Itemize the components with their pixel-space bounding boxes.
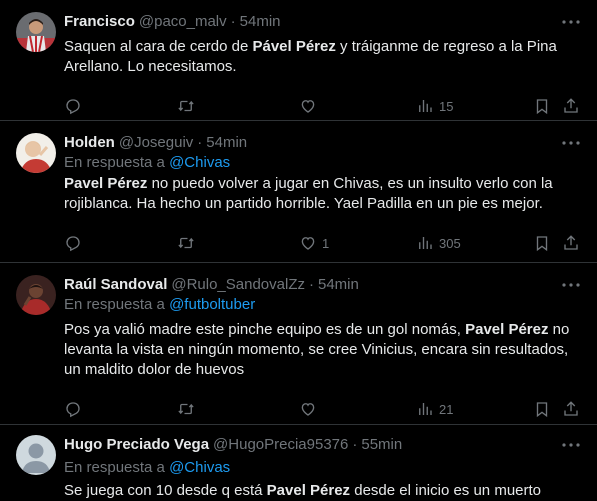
tweet-header: Raúl Sandoval @Rulo_SandovalZz · 54min xyxy=(64,275,581,295)
views-button[interactable]: 305 xyxy=(416,234,461,252)
tweet-text-part: Saquen al cara de cerdo de xyxy=(64,38,253,55)
like-button[interactable]: 1 xyxy=(299,234,329,252)
views-icon xyxy=(419,100,432,112)
view-count: 305 xyxy=(439,235,461,251)
tweet-header: Holden @Joseguiv · 54min xyxy=(64,133,581,153)
reply-icon xyxy=(66,99,80,115)
share-button[interactable] xyxy=(562,400,580,418)
display-name[interactable]: Raúl Sandoval xyxy=(64,275,167,295)
tweet[interactable]: Holden @Joseguiv · 54min En respuesta a … xyxy=(0,121,597,263)
reply-icon xyxy=(66,236,80,252)
display-name[interactable]: Hugo Preciado Vega xyxy=(64,435,209,455)
tweet-text-bold: Pavel Pérez xyxy=(266,482,351,499)
timestamp[interactable]: 54min xyxy=(206,133,247,153)
reply-button[interactable] xyxy=(64,234,87,252)
reply-mention-link[interactable]: @Chivas xyxy=(169,459,230,476)
tweet-text-bold: Pavel Pérez xyxy=(64,175,148,192)
retweet-icon xyxy=(178,100,194,112)
retweet-icon xyxy=(178,237,194,249)
retweet-button[interactable] xyxy=(177,234,200,252)
more-options-icon[interactable] xyxy=(561,14,581,30)
more-options-icon[interactable] xyxy=(561,277,581,293)
bookmark-button[interactable] xyxy=(533,97,551,115)
avatar[interactable] xyxy=(16,275,56,315)
tweet[interactable]: Hugo Preciado Vega @HugoPrecia95376 · 55… xyxy=(0,425,597,501)
reply-prefix: En respuesta a xyxy=(64,459,170,476)
retweet-icon xyxy=(178,403,194,415)
bookmark-icon xyxy=(536,236,548,252)
retweet-button[interactable] xyxy=(177,97,200,115)
tweet-text: Se juega con 10 desde q está Pavel Pérez… xyxy=(64,481,581,501)
tweet-text: Pos ya valió madre este pinche equipo es… xyxy=(64,320,581,380)
tweet-header: Hugo Preciado Vega @HugoPrecia95376 · 55… xyxy=(64,435,581,455)
display-name[interactable]: Holden xyxy=(64,133,115,153)
username-handle[interactable]: @Joseguiv xyxy=(119,133,193,153)
avatar[interactable] xyxy=(16,435,56,475)
more-options-icon[interactable] xyxy=(561,437,581,453)
timestamp[interactable]: 54min xyxy=(240,12,281,32)
timestamp[interactable]: 54min xyxy=(318,275,359,295)
username-handle[interactable]: @Rulo_SandovalZz xyxy=(171,275,305,295)
username-handle[interactable]: @HugoPrecia95376 xyxy=(213,435,348,455)
reply-button[interactable] xyxy=(64,97,87,115)
tweet-actions: 15 xyxy=(64,89,581,123)
tweet[interactable]: Francisco @paco_malv · 54min Saquen al c… xyxy=(0,0,597,121)
reply-context: En respuesta a @Chivas xyxy=(64,458,581,478)
tweet[interactable]: Raúl Sandoval @Rulo_SandovalZz · 54min E… xyxy=(0,263,597,425)
separator-dot: · xyxy=(230,13,236,30)
tweet-text: Pavel Pérez no puedo volver a jugar en C… xyxy=(64,174,581,214)
tweet-actions: 1 305 xyxy=(64,226,581,260)
like-button[interactable] xyxy=(299,400,322,418)
reply-prefix: En respuesta a xyxy=(64,154,170,171)
reply-icon xyxy=(66,402,80,418)
timestamp[interactable]: 55min xyxy=(361,435,402,455)
share-icon xyxy=(564,401,578,416)
display-name[interactable]: Francisco xyxy=(64,12,135,32)
like-count: 1 xyxy=(322,235,330,251)
views-icon xyxy=(419,237,432,249)
avatar[interactable] xyxy=(16,133,56,173)
heart-icon xyxy=(301,403,315,416)
username-handle[interactable]: @paco_malv xyxy=(139,12,227,32)
reply-mention-link[interactable]: @futboltuber xyxy=(169,296,255,313)
share-button[interactable] xyxy=(562,97,580,115)
view-count: 21 xyxy=(439,401,454,417)
heart-icon xyxy=(301,237,315,250)
share-icon xyxy=(564,98,578,113)
separator-dot: · xyxy=(197,134,203,151)
share-icon xyxy=(564,235,578,250)
bookmark-icon xyxy=(536,99,548,115)
reply-mention-link[interactable]: @Chivas xyxy=(169,154,230,171)
tweet-feed: Francisco @paco_malv · 54min Saquen al c… xyxy=(0,0,597,501)
like-button[interactable] xyxy=(299,97,322,115)
tweet-text-bold: Pavel Pérez xyxy=(465,321,549,338)
views-icon xyxy=(419,403,432,415)
separator-dot: · xyxy=(309,276,314,293)
views-button[interactable]: 21 xyxy=(416,400,453,418)
tweet-header: Francisco @paco_malv · 54min xyxy=(64,12,581,32)
reply-context: En respuesta a @futboltuber xyxy=(64,295,581,315)
tweet-text-part: Pos ya valió madre este pinche equipo es… xyxy=(64,321,466,338)
heart-icon xyxy=(301,100,315,113)
more-options-icon[interactable] xyxy=(561,135,581,151)
reply-prefix: En respuesta a xyxy=(64,296,170,313)
bookmark-button[interactable] xyxy=(533,400,551,418)
tweet-text: Saquen al cara de cerdo de Pável Pérez y… xyxy=(64,37,581,77)
views-button[interactable]: 15 xyxy=(416,97,453,115)
retweet-button[interactable] xyxy=(177,400,200,418)
view-count: 15 xyxy=(439,98,454,114)
separator-dot: · xyxy=(352,436,358,453)
reply-button[interactable] xyxy=(64,400,87,418)
reply-context: En respuesta a @Chivas xyxy=(64,153,581,173)
bookmark-button[interactable] xyxy=(533,234,551,252)
tweet-text-bold: Pável Pérez xyxy=(252,38,336,55)
tweet-text-part: Se juega con 10 desde q está xyxy=(64,482,267,499)
avatar[interactable] xyxy=(16,12,56,52)
share-button[interactable] xyxy=(562,234,580,252)
tweet-text-part: desde el inicio es un muerto xyxy=(350,482,542,499)
tweet-actions: 21 xyxy=(64,392,581,426)
bookmark-icon xyxy=(536,402,548,418)
